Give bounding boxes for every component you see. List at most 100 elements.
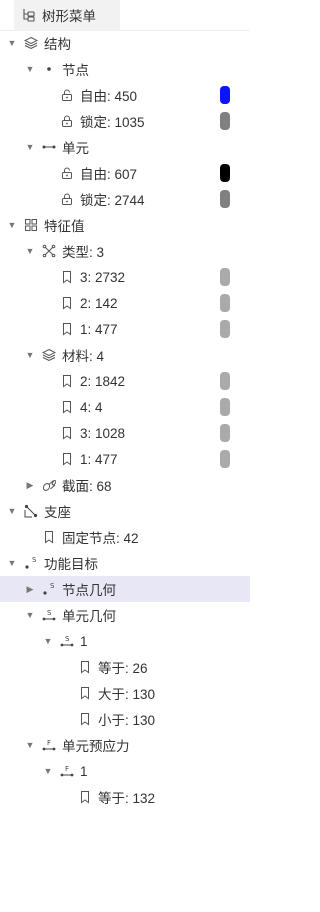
chevron-right-icon[interactable]: ▶ — [24, 479, 36, 491]
color-swatch[interactable] — [220, 112, 230, 130]
chevron-down-icon[interactable]: ▼ — [24, 245, 36, 257]
tree-node-prestress-group[interactable]: ▼ F 1 — [0, 758, 250, 784]
tree-leaf-label: 等于: 26 — [98, 661, 148, 676]
tree-leaf-elements-free[interactable]: 自由: 607 — [0, 160, 250, 186]
chevron-down-icon[interactable]: ▼ — [42, 635, 54, 647]
svg-text:S: S — [50, 582, 55, 590]
bookmark-icon — [42, 530, 56, 544]
tree-leaf-material[interactable]: 3: 1028 — [0, 420, 250, 446]
tree-node-label: 结构 — [44, 37, 71, 52]
chevron-down-icon[interactable]: ▼ — [24, 63, 36, 75]
tree-leaf-constraint[interactable]: 大于: 130 — [0, 680, 250, 706]
chevron-down-icon[interactable]: ▼ — [24, 739, 36, 751]
chevron-down-icon[interactable]: ▼ — [24, 141, 36, 153]
svg-text:F: F — [65, 765, 69, 773]
color-swatch[interactable] — [220, 164, 230, 182]
tab-label: 树形菜单 — [42, 9, 96, 24]
objective-element-icon: S — [60, 634, 74, 648]
layers-icon — [42, 348, 56, 362]
tree-leaf-nodes-locked[interactable]: 锁定: 1035 — [0, 108, 250, 134]
bookmark-icon — [78, 790, 92, 804]
bookmark-icon — [60, 374, 74, 388]
tree-leaf-material[interactable]: 1: 477 — [0, 446, 250, 472]
objective-force-icon: F — [60, 764, 74, 778]
tree-leaf-constraint[interactable]: 等于: 26 — [0, 654, 250, 680]
color-swatch[interactable] — [220, 398, 230, 416]
tree-node-label: 1 — [80, 763, 88, 779]
tree-node-supports[interactable]: ▼ 支座 — [0, 498, 250, 524]
color-swatch[interactable] — [220, 268, 230, 286]
color-swatch[interactable] — [220, 190, 230, 208]
bookmark-icon — [60, 452, 74, 466]
tree-leaf-label: 自由: 450 — [80, 89, 138, 104]
chevron-down-icon[interactable]: ▼ — [42, 765, 54, 777]
color-swatch[interactable] — [220, 320, 230, 338]
tree-leaf-elements-locked[interactable]: 锁定: 2744 — [0, 186, 250, 212]
tree-leaf-constraint[interactable]: 小于: 130 — [0, 706, 250, 732]
tree-leaf-label: 锁定: 1035 — [80, 115, 145, 130]
chevron-right-icon[interactable]: ▶ — [24, 583, 36, 595]
element-line-icon — [42, 140, 56, 154]
bookmark-icon — [60, 322, 74, 336]
bookmark-icon — [78, 712, 92, 726]
chevron-down-icon[interactable]: ▼ — [24, 349, 36, 361]
grid-icon — [24, 218, 38, 232]
color-swatch[interactable] — [220, 450, 230, 468]
bookmark-icon — [60, 400, 74, 414]
tree-leaf-material[interactable]: 4: 4 — [0, 394, 250, 420]
tree-node-label: 类型: 3 — [62, 245, 105, 260]
color-swatch[interactable] — [220, 294, 230, 312]
tree-node-prestress[interactable]: ▼ F 单元预应力 — [0, 732, 250, 758]
tree-node-label: 节点几何 — [62, 583, 116, 598]
tree-leaf-label: 锁定: 2744 — [80, 193, 145, 208]
tree-leaf-constraint[interactable]: 等于: 132 — [0, 784, 250, 810]
tree-node-nodes[interactable]: ▼ 节点 — [0, 56, 250, 82]
tree-node-element-geometry[interactable]: ▼ S 单元几何 — [0, 602, 250, 628]
chevron-down-icon[interactable]: ▼ — [6, 505, 18, 517]
tree-leaf-label: 自由: 607 — [80, 167, 138, 182]
tree-node-types[interactable]: ▼ 类型: 3 — [0, 238, 250, 264]
tree-node-label: 截面: 68 — [62, 479, 112, 494]
tab-bar: 树形菜单 — [0, 0, 250, 31]
bookmark-icon — [60, 270, 74, 284]
objective-element-icon: S — [42, 608, 56, 622]
color-swatch[interactable] — [220, 86, 230, 104]
svg-text:F: F — [47, 739, 51, 747]
tree-leaf-label: 小于: 130 — [98, 713, 156, 728]
chevron-down-icon[interactable]: ▼ — [24, 609, 36, 621]
tree-node-element-geometry-group[interactable]: ▼ S 1 — [0, 628, 250, 654]
tree-node-node-geometry[interactable]: ▶ S 节点几何 — [0, 576, 250, 602]
color-swatch[interactable] — [220, 372, 230, 390]
chevron-down-icon[interactable]: ▼ — [6, 557, 18, 569]
tree-leaf-type[interactable]: 2: 142 — [0, 290, 250, 316]
chevron-down-icon[interactable]: ▼ — [6, 219, 18, 231]
tree-node-materials[interactable]: ▼ 材料: 4 — [0, 342, 250, 368]
tree-node-label: 1 — [80, 633, 88, 649]
tree-node-label: 材料: 4 — [62, 349, 105, 364]
tree-node-label: 节点 — [62, 63, 89, 78]
color-swatch[interactable] — [220, 424, 230, 442]
svg-text:S: S — [65, 635, 70, 643]
tree-node-elements[interactable]: ▼ 单元 — [0, 134, 250, 160]
tree-node-sections[interactable]: ▶ 截面: 68 — [0, 472, 250, 498]
tree-leaf-label: 2: 142 — [80, 295, 118, 311]
lock-icon — [60, 114, 74, 128]
bookmark-icon — [60, 296, 74, 310]
tree-leaf-nodes-free[interactable]: 自由: 450 — [0, 82, 250, 108]
section-pipe-icon — [42, 478, 56, 492]
chevron-down-icon[interactable]: ▼ — [6, 37, 18, 49]
tree-leaf-type[interactable]: 3: 2732 — [0, 264, 250, 290]
node-dot-icon — [42, 62, 56, 76]
tab-tree-menu[interactable]: 树形菜单 — [14, 0, 120, 30]
cross-nodes-icon — [42, 244, 56, 258]
tree-leaf-label: 固定节点: 42 — [62, 531, 139, 546]
svg-text:S: S — [47, 609, 52, 617]
objective-force-icon: F — [42, 738, 56, 752]
tree-node-structure[interactable]: ▼ 结构 — [0, 30, 250, 56]
tree-node-objectives[interactable]: ▼ S 功能目标 — [0, 550, 250, 576]
tree-node-label: 功能目标 — [44, 557, 98, 572]
tree-leaf-fixed-nodes[interactable]: 固定节点: 42 — [0, 524, 250, 550]
tree-leaf-material[interactable]: 2: 1842 — [0, 368, 250, 394]
tree-leaf-type[interactable]: 1: 477 — [0, 316, 250, 342]
tree-node-features[interactable]: ▼ 特征值 — [0, 212, 250, 238]
